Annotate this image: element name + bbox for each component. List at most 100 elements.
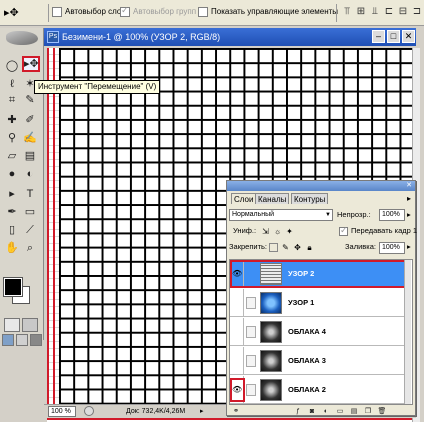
new-layer-icon[interactable]: ❐ bbox=[363, 407, 373, 416]
fill-input[interactable]: 100% bbox=[379, 242, 405, 254]
layer-row-pattern-2[interactable]: 👁︎ УЗОР 2 bbox=[230, 260, 406, 288]
blur-icon[interactable]: ● bbox=[4, 166, 20, 182]
layer-name: УЗОР 1 bbox=[288, 298, 315, 307]
marquee-icon[interactable]: ◯ bbox=[4, 58, 20, 74]
layers-panel-titlebar[interactable]: ✕ bbox=[227, 181, 415, 191]
eyedropper-icon[interactable]: ⟋ bbox=[22, 222, 38, 238]
close-button[interactable]: ✕ bbox=[402, 30, 415, 43]
path-select-icon[interactable]: ▸ bbox=[4, 186, 20, 202]
lock-position-icon[interactable]: ✥ bbox=[293, 243, 302, 252]
unify-style-icon[interactable]: ✦ bbox=[285, 227, 294, 236]
layer-row-clouds-4[interactable]: ОБЛАКА 4 bbox=[230, 318, 406, 346]
screen-mode-full-icon[interactable] bbox=[30, 334, 42, 346]
layer-list-scrollbar[interactable] bbox=[404, 260, 411, 404]
align-vcenter-icon[interactable]: ⊞ bbox=[354, 4, 368, 19]
opacity-arrow-icon[interactable]: ▸ bbox=[407, 209, 411, 221]
visibility-toggle[interactable] bbox=[230, 289, 244, 317]
lasso-icon[interactable]: ℓ bbox=[4, 76, 20, 92]
foreground-color-swatch[interactable] bbox=[3, 277, 23, 297]
type-icon[interactable]: T bbox=[22, 186, 38, 202]
slice-icon[interactable]: ✎ bbox=[22, 92, 38, 108]
lock-all-icon[interactable]: 🔒︎ bbox=[305, 243, 314, 252]
layer-row-clouds-3[interactable]: ОБЛАКА 3 bbox=[230, 347, 406, 375]
align-bottom-icon[interactable]: ⫫ bbox=[368, 4, 382, 19]
healing-brush-icon[interactable]: ✚ bbox=[4, 112, 20, 128]
layer-row-clouds-2[interactable]: 👁︎ ОБЛАКА 2 bbox=[230, 376, 406, 404]
visibility-toggle[interactable]: 👁︎ bbox=[230, 260, 244, 288]
gradient-icon[interactable]: ▤ bbox=[22, 148, 38, 164]
status-menu-arrow-icon[interactable]: ▸ bbox=[200, 405, 204, 418]
maximize-button[interactable]: □ bbox=[387, 30, 400, 43]
lock-label: Закрепить: bbox=[229, 242, 268, 251]
auto-select-group-checkbox[interactable] bbox=[120, 5, 130, 17]
quick-mask-icon[interactable] bbox=[22, 318, 38, 332]
link-slot[interactable] bbox=[246, 355, 256, 367]
lock-transparency-icon[interactable] bbox=[269, 243, 278, 252]
layer-name: ОБЛАКА 3 bbox=[288, 356, 326, 365]
brush-icon[interactable]: ✐ bbox=[22, 112, 38, 128]
eraser-icon[interactable]: ▱ bbox=[4, 148, 20, 164]
zoom-field[interactable]: 100 % bbox=[48, 406, 76, 417]
tab-channels[interactable]: Каналы bbox=[255, 193, 290, 204]
unify-visibility-icon[interactable]: ☼ bbox=[273, 227, 282, 236]
tab-layers[interactable]: Слои bbox=[231, 193, 257, 204]
close-panel-icon[interactable]: ✕ bbox=[405, 182, 413, 190]
options-separator bbox=[48, 4, 49, 22]
align-right-icon[interactable]: ⊐ bbox=[410, 4, 424, 19]
unify-position-icon[interactable]: ⇲ bbox=[261, 227, 270, 236]
layer-row-pattern-1[interactable]: УЗОР 1 bbox=[230, 289, 406, 317]
fill-arrow-icon[interactable]: ▸ bbox=[407, 241, 411, 253]
opacity-input[interactable]: 100% bbox=[379, 209, 405, 221]
document-titlebar[interactable]: Ps Безимени-1 @ 100% (УЗОР 2, RGB/8) – □… bbox=[44, 28, 416, 46]
panel-menu-icon[interactable]: ▸ bbox=[407, 194, 411, 203]
minimize-button[interactable]: – bbox=[372, 30, 385, 43]
fill-label: Заливка: bbox=[345, 242, 376, 251]
add-mask-icon[interactable]: ◙ bbox=[307, 407, 317, 416]
lock-image-icon[interactable]: ✎ bbox=[281, 243, 290, 252]
auto-select-group-label: Автовыбор групп bbox=[133, 7, 197, 16]
screen-mode-full-menu-icon[interactable] bbox=[16, 334, 28, 346]
move-icon[interactable]: ▸✥ bbox=[22, 56, 40, 72]
zoom-icon[interactable]: ⌕ bbox=[22, 240, 38, 256]
dodge-icon[interactable]: ◐ bbox=[22, 166, 38, 182]
auto-select-layer-checkbox[interactable] bbox=[52, 7, 62, 17]
eye-icon: 👁︎ bbox=[232, 385, 243, 394]
crop-icon[interactable]: ⌗ bbox=[4, 92, 20, 108]
link-slot[interactable] bbox=[246, 326, 256, 338]
screen-mode-standard-icon[interactable] bbox=[2, 334, 14, 346]
notes-icon[interactable]: ▯ bbox=[4, 222, 20, 238]
propagate-frame-checkbox[interactable] bbox=[339, 225, 348, 236]
shape-icon[interactable]: ▭ bbox=[22, 204, 38, 220]
new-frame-icon[interactable]: ▤ bbox=[349, 407, 359, 416]
visibility-toggle[interactable] bbox=[230, 347, 244, 375]
layers-panel: ✕ Слои Каналы Контуры ▸ Нормальный ▼ Непр… bbox=[226, 180, 417, 416]
layer-thumbnail bbox=[260, 321, 282, 343]
link-layers-icon[interactable]: ⚭ bbox=[231, 407, 241, 416]
status-info-icon[interactable] bbox=[84, 406, 94, 416]
link-slot[interactable] bbox=[246, 297, 256, 309]
standard-mode-icon[interactable] bbox=[4, 318, 20, 332]
link-slot[interactable] bbox=[246, 384, 256, 396]
trash-icon[interactable]: 🗑︎ bbox=[377, 407, 387, 416]
pen-icon[interactable]: ✒ bbox=[4, 204, 20, 220]
visibility-toggle[interactable] bbox=[230, 318, 244, 346]
align-left-icon[interactable]: ⊏ bbox=[382, 4, 396, 19]
new-group-icon[interactable]: ▭ bbox=[335, 407, 345, 416]
clone-stamp-icon[interactable]: ⚲ bbox=[4, 130, 20, 146]
show-controls-checkbox[interactable] bbox=[198, 7, 208, 17]
document-size: Док: 732,4K/4,26M bbox=[126, 408, 186, 415]
layer-style-icon[interactable]: ƒ bbox=[293, 407, 303, 416]
history-brush-icon[interactable]: ✍ bbox=[22, 130, 38, 146]
toolbox: ◯ ▸✥ ℓ ✶ ⌗ ✎ ✚ ✐ ⚲ ✍ ▱ ▤ ● ◐ ▸ T ✒ ▭ ▯ ⟋… bbox=[0, 28, 44, 346]
eye-icon: 👁︎ bbox=[232, 269, 243, 278]
visibility-toggle[interactable]: 👁︎ bbox=[230, 376, 244, 404]
layer-list: 👁︎ УЗОР 2 УЗОР 1 ОБЛАКА 4 ОБЛАКА 3 👁︎ ОБ… bbox=[229, 259, 413, 405]
adjustment-layer-icon[interactable]: ◐ bbox=[321, 407, 331, 416]
blend-mode-select[interactable]: Нормальный ▼ bbox=[229, 209, 333, 221]
move-tool-preset-icon[interactable]: ▸✥ bbox=[4, 5, 30, 21]
align-top-icon[interactable]: ⫪ bbox=[340, 4, 354, 19]
show-controls-label: Показать управляющие элементы bbox=[211, 7, 339, 16]
tab-paths[interactable]: Контуры bbox=[291, 193, 329, 204]
align-hcenter-icon[interactable]: ⊟ bbox=[396, 4, 410, 19]
hand-icon[interactable]: ✋ bbox=[4, 240, 20, 256]
